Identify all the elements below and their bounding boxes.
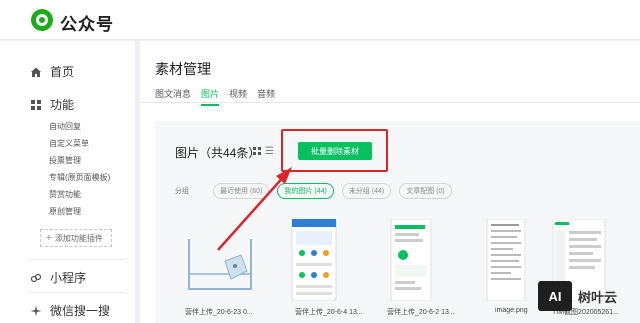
sidebar-divider	[30, 292, 125, 293]
home-icon	[31, 67, 41, 77]
material-tabs: 图文消息 图片 视频 音频	[155, 87, 285, 106]
image-thumbnail[interactable]	[290, 219, 338, 301]
sidebar-divider	[30, 259, 125, 260]
sidebar-item-features[interactable]: 功能	[30, 96, 74, 113]
mini-program-icon	[30, 273, 42, 282]
watermark-text: 树叶云	[578, 289, 618, 305]
filter-article-cover[interactable]: 文章配图 (0)	[399, 183, 452, 199]
thumbnail-label: 营伴上传_20-6-4 13...	[295, 309, 363, 316]
image-thumbnail[interactable]	[387, 219, 435, 301]
list-view-icon[interactable]: ☰	[265, 146, 274, 157]
image-thumbnail[interactable]	[185, 219, 255, 301]
sidebar-subitem-custom-menu[interactable]: 自定义菜单	[49, 138, 89, 149]
grid-icon	[31, 99, 41, 110]
sidebar-item-label: 微信搜一搜	[50, 304, 111, 318]
sidebar-subitem-album[interactable]: 专辑(原页面模板)	[49, 172, 110, 183]
tab-images[interactable]: 图片	[201, 87, 220, 106]
wechat-official-logo-icon[interactable]	[30, 8, 54, 32]
sidebar-item-label: 功能	[50, 98, 75, 112]
plus-icon: +	[46, 232, 52, 244]
image-thumbnail[interactable]	[485, 219, 527, 301]
group-filters: 分组 最近使用 (60) 我的图片 (44) 未分组 (44) 文章配图 (0)	[175, 183, 460, 199]
sidebar-subitem-original[interactable]: 原创管理	[49, 206, 81, 217]
thumbnail-label: 营伴上传_20-6-23 0...	[185, 309, 253, 316]
filter-recent[interactable]: 最近使用 (60)	[213, 183, 270, 199]
tab-articles[interactable]: 图文消息	[155, 87, 191, 106]
sidebar-item-mini-program[interactable]: 小程序	[30, 269, 86, 286]
thumbnail-label: image.png	[495, 307, 528, 314]
add-plugin-label: 添加功能插件	[54, 233, 103, 243]
filter-my-images[interactable]: 我的图片 (44)	[277, 183, 334, 199]
tabs-divider	[140, 102, 640, 103]
thumbnail-label: 营伴上传_20-6-2 13...	[387, 309, 455, 316]
add-plugin-button[interactable]: + 添加功能插件	[40, 229, 112, 247]
sidebar-subitem-vote[interactable]: 投票管理	[49, 155, 81, 166]
sidebar: 首页 功能 自动回复 自定义菜单 投票管理 专辑(原页面模板) 赞赏功能 原创管…	[0, 41, 135, 323]
tab-videos[interactable]: 视频	[229, 87, 247, 106]
watermark: AI 树叶云	[538, 277, 638, 315]
brand-title[interactable]: 公众号	[60, 10, 114, 35]
sidebar-item-home[interactable]: 首页	[30, 63, 74, 80]
sidebar-item-wechat-search[interactable]: 微信搜一搜	[30, 302, 110, 319]
batch-delete-button[interactable]: 批量删除素材	[298, 142, 372, 160]
section-title: 图片（共44条）	[175, 146, 261, 160]
filter-ungrouped[interactable]: 未分组 (44)	[341, 183, 392, 199]
sidebar-subitem-reward[interactable]: 赞赏功能	[49, 189, 81, 200]
sidebar-subitem-auto-reply[interactable]: 自动回复	[49, 121, 81, 132]
group-label: 分组	[175, 188, 189, 195]
tab-audio[interactable]: 音频	[257, 87, 275, 106]
sidebar-item-label: 首页	[50, 65, 75, 79]
sparkle-icon	[30, 305, 42, 316]
sidebar-item-label: 小程序	[50, 271, 87, 285]
top-header: 公众号	[0, 0, 640, 40]
page-title: 素材管理	[155, 61, 211, 77]
watermark-logo: AI	[538, 281, 572, 311]
grid-view-icon[interactable]	[253, 147, 261, 155]
